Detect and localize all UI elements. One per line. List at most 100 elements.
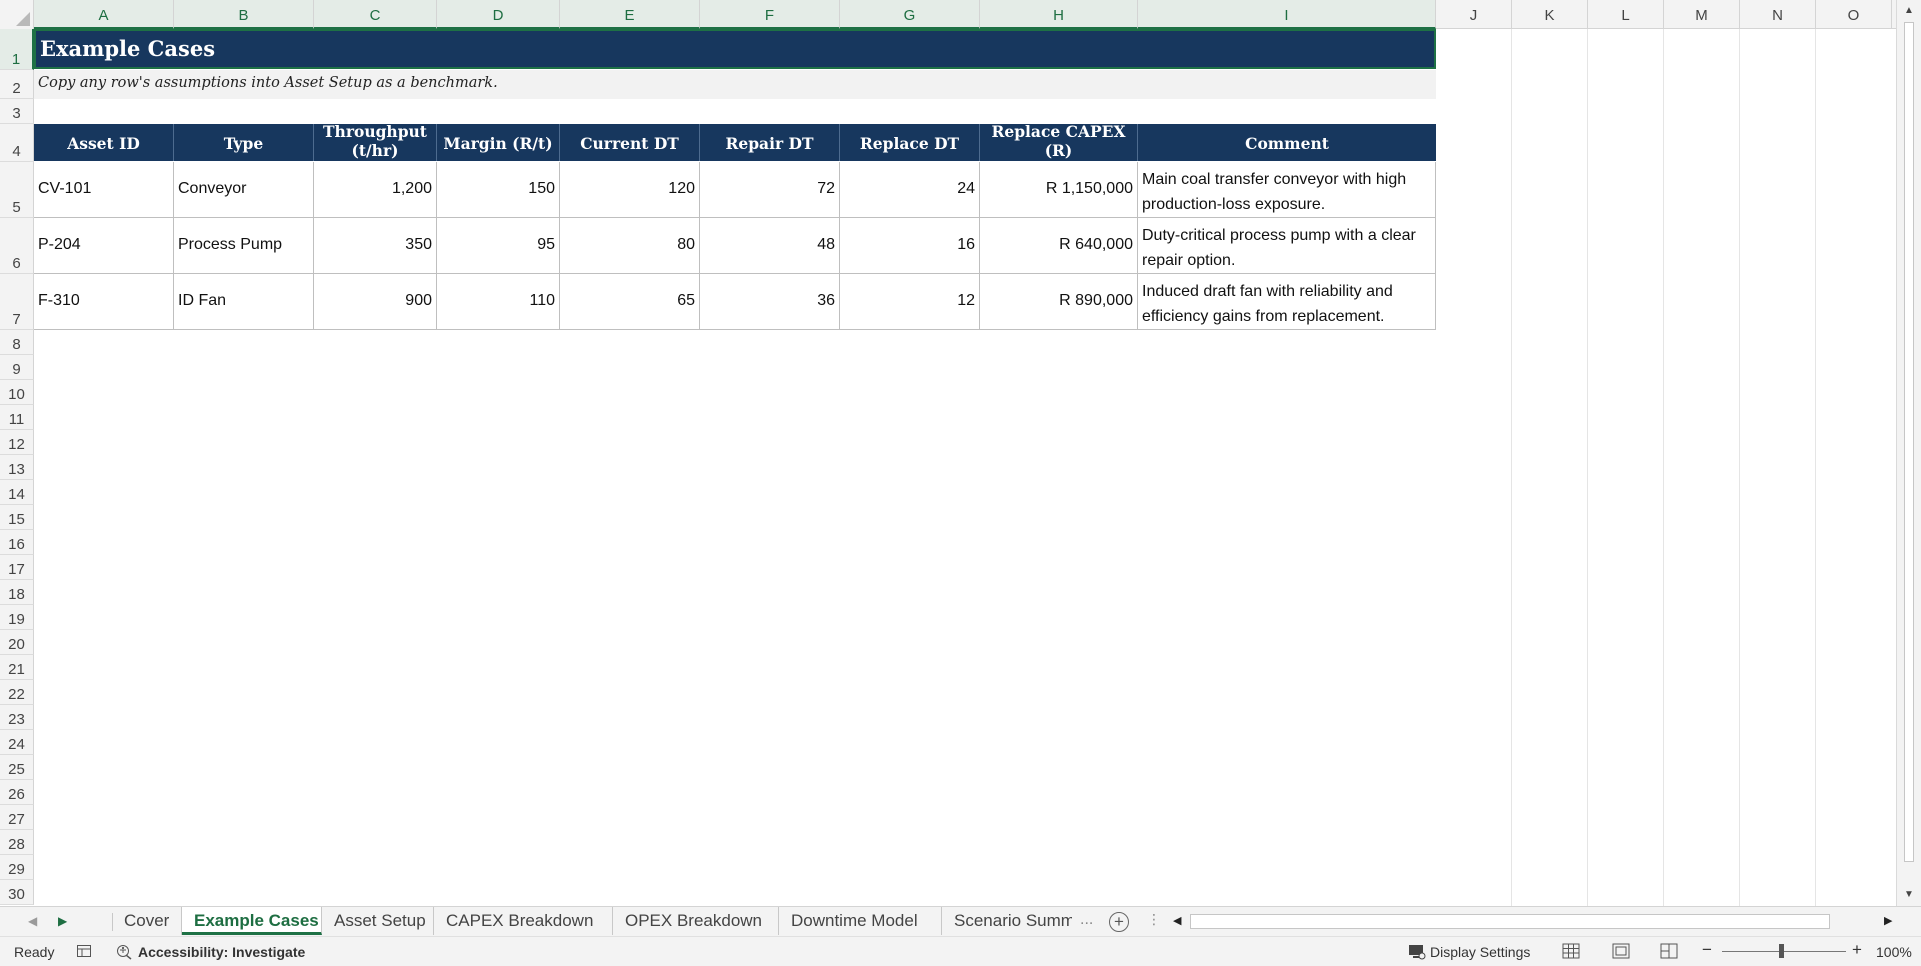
scroll-right-icon[interactable]: ▶ [1884,914,1892,927]
header-current-dt[interactable]: Current DT [560,124,700,161]
cell-throughput[interactable]: 350 [314,218,437,274]
accessibility-status[interactable]: Accessibility: Investigate [138,944,305,960]
row-header-22[interactable]: 22 [0,680,34,705]
zoom-slider-track[interactable] [1722,951,1846,952]
column-header-f[interactable]: F [700,0,840,29]
page-break-icon[interactable] [1660,943,1678,959]
zoom-level[interactable]: 100% [1876,944,1912,960]
row-header-18[interactable]: 18 [0,580,34,605]
column-header-m[interactable]: M [1664,0,1740,29]
cell-repair-dt[interactable]: 72 [700,162,840,218]
macro-record-icon[interactable] [76,943,92,962]
column-header-e[interactable]: E [560,0,700,29]
row-header-4[interactable]: 4 [0,124,34,162]
zoom-out-icon[interactable]: − [1702,940,1712,960]
column-header-a[interactable]: A [34,0,174,29]
row-header-5[interactable]: 5 [0,162,34,218]
header-asset-id[interactable]: Asset ID [34,124,174,161]
cell-current-dt[interactable]: 80 [560,218,700,274]
column-header-n[interactable]: N [1740,0,1816,29]
cell-replace-dt[interactable]: 16 [840,218,980,274]
column-header-d[interactable]: D [437,0,560,29]
scroll-up-icon[interactable]: ▲ [1901,3,1917,19]
column-header-c[interactable]: C [314,0,437,29]
row-header-26[interactable]: 26 [0,780,34,805]
row-header-27[interactable]: 27 [0,805,34,830]
row-header-13[interactable]: 13 [0,455,34,480]
row-header-24[interactable]: 24 [0,730,34,755]
header-margin[interactable]: Margin (R/t) [437,124,560,161]
row-header-28[interactable]: 28 [0,830,34,855]
row-header-17[interactable]: 17 [0,555,34,580]
tab-cover[interactable]: Cover [112,907,182,935]
tabs-overflow-indicator[interactable]: ... [1080,911,1093,929]
cell-margin[interactable]: 150 [437,162,560,218]
row-header-10[interactable]: 10 [0,380,34,405]
cell-comment[interactable]: Induced draft fan with reliability and e… [1138,274,1436,330]
cell-current-dt[interactable]: 65 [560,274,700,330]
prev-sheet-icon[interactable]: ◀ [28,914,37,928]
page-layout-icon[interactable] [1612,943,1630,959]
row-header-23[interactable]: 23 [0,705,34,730]
horizontal-scrollbar[interactable]: ◀ ▶ [1168,912,1903,931]
tab-downtime-model[interactable]: Downtime Model [779,907,942,935]
cell-replace-capex[interactable]: R 640,000 [980,218,1138,274]
row-header-11[interactable]: 11 [0,405,34,430]
column-header-i[interactable]: I [1138,0,1436,29]
cell-replace-capex[interactable]: R 1,150,000 [980,162,1138,218]
scroll-down-icon[interactable]: ▼ [1901,887,1917,903]
title-cell-a1[interactable]: Example Cases [34,29,1436,69]
header-throughput[interactable]: Throughput (t/hr) [314,124,437,161]
plus-circle-icon[interactable]: + [1109,912,1129,932]
column-header-g[interactable]: G [840,0,980,29]
row-header-3[interactable]: 3 [0,99,34,124]
row-header-25[interactable]: 25 [0,755,34,780]
cell-asset-id[interactable]: F-310 [34,274,174,330]
header-repair-dt[interactable]: Repair DT [700,124,840,161]
next-sheet-icon[interactable]: ▶ [58,914,67,928]
cell-asset-id[interactable]: P-204 [34,218,174,274]
row-header-6[interactable]: 6 [0,218,34,274]
grid-icon[interactable] [1562,943,1580,959]
cell-type[interactable]: ID Fan [174,274,314,330]
row-header-20[interactable]: 20 [0,630,34,655]
zoom-slider-thumb[interactable] [1779,944,1784,958]
spreadsheet-grid[interactable]: A B C D E F G H I J K L M N O 1 2 3 4 5 … [0,0,1896,906]
column-header-k[interactable]: K [1512,0,1588,29]
tab-scenario-summary[interactable]: Scenario Summ [942,907,1072,935]
row-header-2[interactable]: 2 [0,70,34,99]
cell-throughput[interactable]: 1,200 [314,162,437,218]
subtitle-cell-a2[interactable]: Copy any row's assumptions into Asset Se… [34,70,1436,99]
cell-comment[interactable]: Duty-critical process pump with a clear … [1138,218,1436,274]
row-header-19[interactable]: 19 [0,605,34,630]
cell-current-dt[interactable]: 120 [560,162,700,218]
cell-margin[interactable]: 95 [437,218,560,274]
header-comment[interactable]: Comment [1138,124,1436,161]
cell-margin[interactable]: 110 [437,274,560,330]
cell-repair-dt[interactable]: 36 [700,274,840,330]
cell-replace-dt[interactable]: 24 [840,162,980,218]
row-header-9[interactable]: 9 [0,355,34,380]
accessibility-icon[interactable] [115,943,133,963]
scroll-left-icon[interactable]: ◀ [1173,914,1181,927]
cell-throughput[interactable]: 900 [314,274,437,330]
cell-type[interactable]: Process Pump [174,218,314,274]
column-header-l[interactable]: L [1588,0,1664,29]
cell-comment[interactable]: Main coal transfer conveyor with high pr… [1138,162,1436,218]
display-settings-button[interactable]: Display Settings [1430,944,1530,960]
row-header-14[interactable]: 14 [0,480,34,505]
zoom-in-icon[interactable]: + [1852,940,1862,960]
column-header-h[interactable]: H [980,0,1138,29]
column-header-j[interactable]: J [1436,0,1512,29]
tab-opex-breakdown[interactable]: OPEX Breakdown [613,907,779,935]
vertical-dots-icon[interactable]: ⋮ [1147,911,1161,928]
tab-capex-breakdown[interactable]: CAPEX Breakdown [434,907,613,935]
vertical-scrollbar[interactable]: ▲ ▼ [1896,0,1921,906]
tab-asset-setup[interactable]: Asset Setup [322,907,434,935]
row-header-7[interactable]: 7 [0,274,34,330]
horizontal-scroll-thumb[interactable] [1190,914,1830,929]
row-header-16[interactable]: 16 [0,530,34,555]
select-all-corner[interactable] [0,0,34,29]
cell-replace-capex[interactable]: R 890,000 [980,274,1138,330]
cell-replace-dt[interactable]: 12 [840,274,980,330]
